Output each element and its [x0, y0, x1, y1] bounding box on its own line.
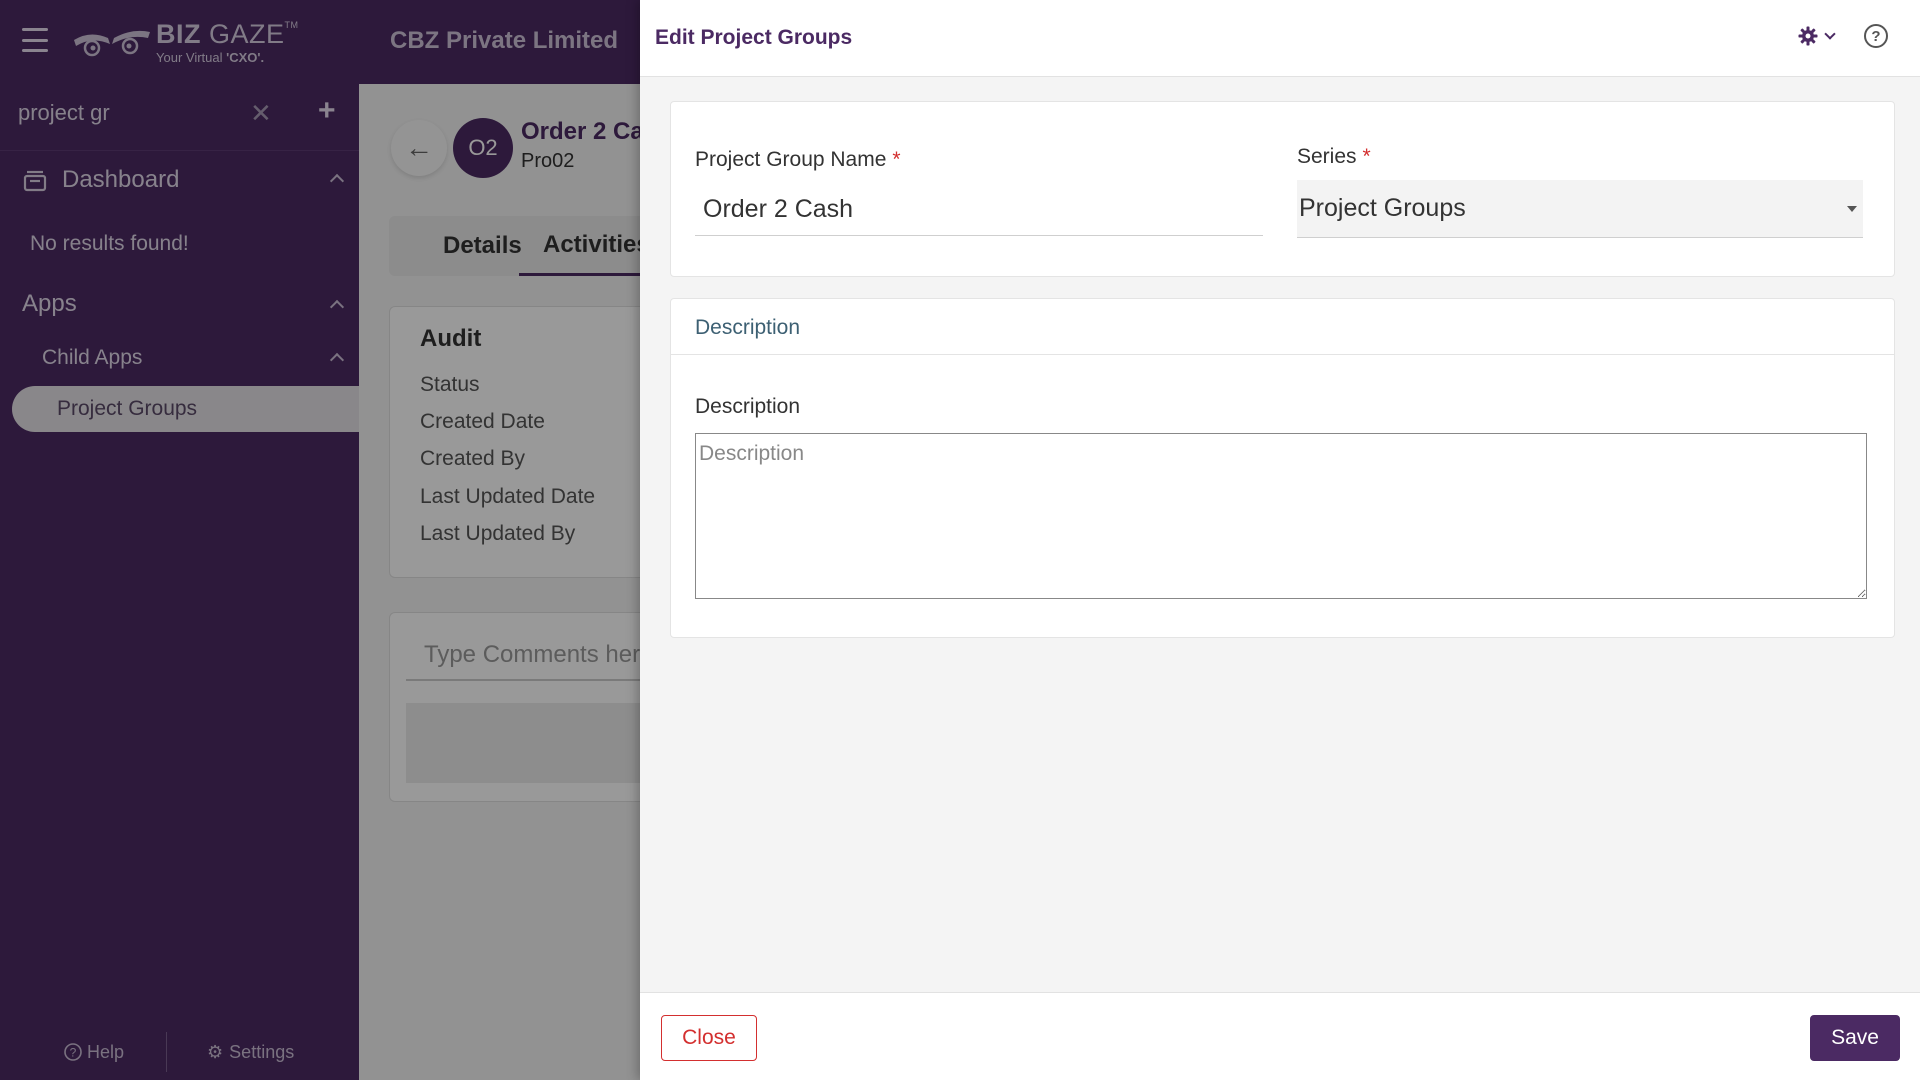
general-card: Project Group Name* Series* Project Grou… — [670, 101, 1895, 277]
settings-dropdown-button[interactable] — [1798, 26, 1836, 46]
description-label: Description — [695, 395, 801, 418]
drawer-header: Edit Project Groups ? — [640, 0, 1920, 77]
gear-icon — [1798, 26, 1818, 46]
description-section-title: Description — [695, 316, 801, 339]
caret-down-icon — [1847, 206, 1857, 212]
required-asterisk: * — [892, 148, 901, 171]
description-textarea[interactable] — [695, 433, 1867, 599]
edit-project-groups-drawer: Edit Project Groups ? Project Group Name… — [640, 0, 1920, 1080]
save-button[interactable]: Save — [1810, 1015, 1900, 1061]
series-select[interactable]: Project Groups — [1297, 180, 1863, 238]
project-group-name-label: Project Group Name * — [695, 148, 901, 171]
close-button[interactable]: Close — [661, 1015, 757, 1061]
description-section-header: Description — [671, 299, 1894, 355]
project-group-name-input[interactable] — [695, 184, 1263, 236]
drawer-footer: Close Save — [640, 992, 1920, 1080]
drawer-title: Edit Project Groups — [655, 26, 853, 49]
series-label: Series * — [1297, 145, 1371, 168]
series-selected-value: Project Groups — [1299, 194, 1466, 222]
required-asterisk: * — [1362, 145, 1371, 168]
description-card: Description Description — [670, 298, 1895, 638]
help-icon[interactable]: ? — [1864, 24, 1888, 48]
chevron-down-icon — [1824, 28, 1836, 40]
